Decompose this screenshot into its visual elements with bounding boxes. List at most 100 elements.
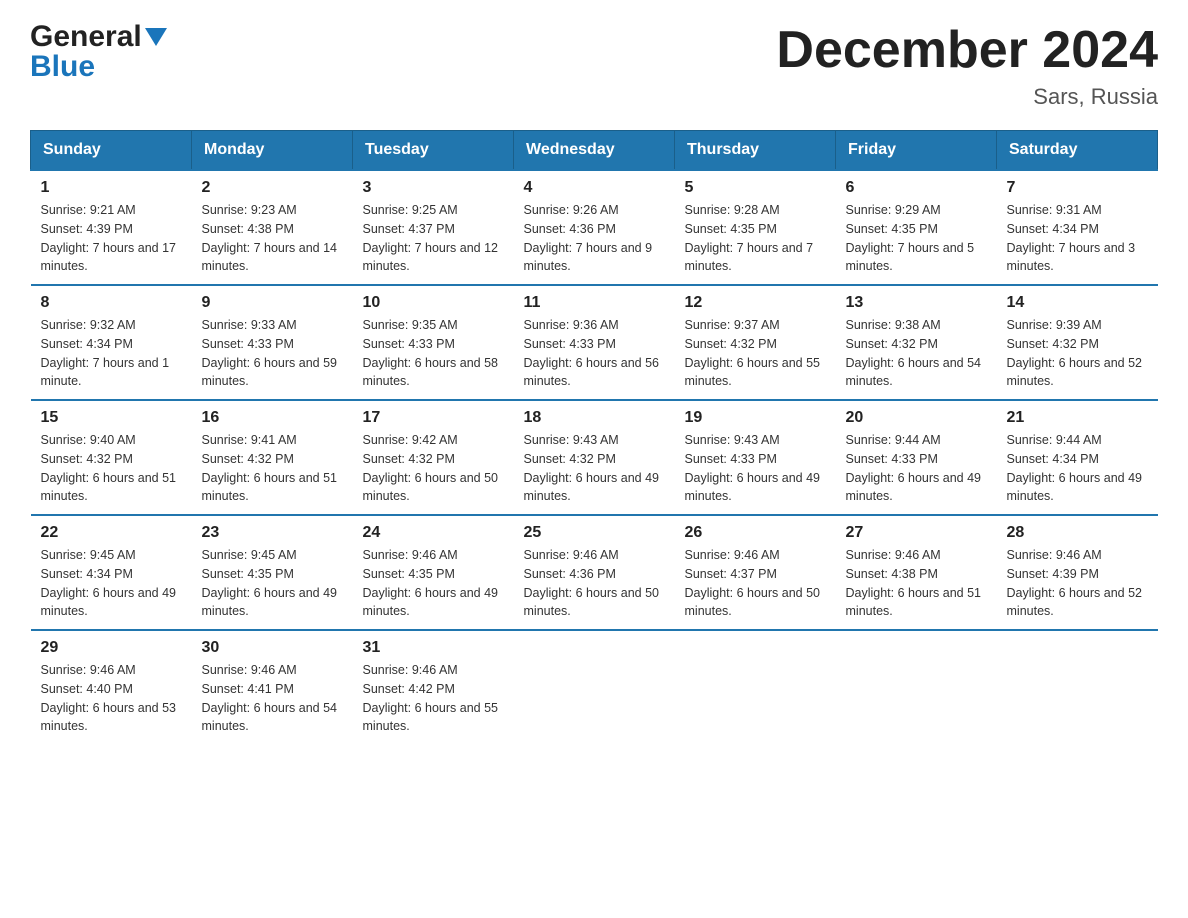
day-number: 15 (41, 409, 182, 427)
day-info: Sunrise: 9:36 AMSunset: 4:33 PMDaylight:… (524, 318, 660, 388)
empty-day-cell (997, 630, 1158, 744)
day-info: Sunrise: 9:46 AMSunset: 4:42 PMDaylight:… (363, 663, 499, 733)
weekday-header-tuesday: Tuesday (353, 131, 514, 171)
day-info: Sunrise: 9:39 AMSunset: 4:32 PMDaylight:… (1007, 318, 1143, 388)
title-block: December 2024 Sars, Russia (776, 20, 1158, 110)
day-info: Sunrise: 9:44 AMSunset: 4:33 PMDaylight:… (846, 433, 982, 503)
day-number: 1 (41, 179, 182, 197)
day-info: Sunrise: 9:46 AMSunset: 4:36 PMDaylight:… (524, 548, 660, 618)
day-number: 25 (524, 524, 665, 542)
month-title: December 2024 (776, 20, 1158, 80)
day-number: 5 (685, 179, 826, 197)
calendar-day-cell: 2 Sunrise: 9:23 AMSunset: 4:38 PMDayligh… (192, 170, 353, 285)
day-info: Sunrise: 9:42 AMSunset: 4:32 PMDaylight:… (363, 433, 499, 503)
calendar-day-cell: 16 Sunrise: 9:41 AMSunset: 4:32 PMDaylig… (192, 400, 353, 515)
calendar-day-cell: 18 Sunrise: 9:43 AMSunset: 4:32 PMDaylig… (514, 400, 675, 515)
day-number: 16 (202, 409, 343, 427)
calendar-day-cell: 1 Sunrise: 9:21 AMSunset: 4:39 PMDayligh… (31, 170, 192, 285)
calendar-week-row: 8 Sunrise: 9:32 AMSunset: 4:34 PMDayligh… (31, 285, 1158, 400)
day-number: 24 (363, 524, 504, 542)
calendar-week-row: 1 Sunrise: 9:21 AMSunset: 4:39 PMDayligh… (31, 170, 1158, 285)
day-info: Sunrise: 9:31 AMSunset: 4:34 PMDaylight:… (1007, 203, 1136, 273)
calendar-day-cell: 8 Sunrise: 9:32 AMSunset: 4:34 PMDayligh… (31, 285, 192, 400)
page-header: General Blue December 2024 Sars, Russia (30, 20, 1158, 110)
day-number: 29 (41, 639, 182, 657)
day-info: Sunrise: 9:46 AMSunset: 4:38 PMDaylight:… (846, 548, 982, 618)
calendar-day-cell: 23 Sunrise: 9:45 AMSunset: 4:35 PMDaylig… (192, 515, 353, 630)
empty-day-cell (836, 630, 997, 744)
day-info: Sunrise: 9:21 AMSunset: 4:39 PMDaylight:… (41, 203, 177, 273)
logo-general: General (30, 20, 142, 54)
weekday-header-row: SundayMondayTuesdayWednesdayThursdayFrid… (31, 131, 1158, 171)
calendar-day-cell: 20 Sunrise: 9:44 AMSunset: 4:33 PMDaylig… (836, 400, 997, 515)
day-info: Sunrise: 9:46 AMSunset: 4:40 PMDaylight:… (41, 663, 177, 733)
calendar-day-cell: 11 Sunrise: 9:36 AMSunset: 4:33 PMDaylig… (514, 285, 675, 400)
day-number: 7 (1007, 179, 1148, 197)
calendar-day-cell: 14 Sunrise: 9:39 AMSunset: 4:32 PMDaylig… (997, 285, 1158, 400)
day-number: 18 (524, 409, 665, 427)
day-number: 4 (524, 179, 665, 197)
calendar-day-cell: 26 Sunrise: 9:46 AMSunset: 4:37 PMDaylig… (675, 515, 836, 630)
calendar-day-cell: 24 Sunrise: 9:46 AMSunset: 4:35 PMDaylig… (353, 515, 514, 630)
calendar-week-row: 29 Sunrise: 9:46 AMSunset: 4:40 PMDaylig… (31, 630, 1158, 744)
calendar-day-cell: 27 Sunrise: 9:46 AMSunset: 4:38 PMDaylig… (836, 515, 997, 630)
logo: General Blue (30, 20, 167, 84)
calendar-week-row: 22 Sunrise: 9:45 AMSunset: 4:34 PMDaylig… (31, 515, 1158, 630)
day-info: Sunrise: 9:46 AMSunset: 4:39 PMDaylight:… (1007, 548, 1143, 618)
calendar-day-cell: 17 Sunrise: 9:42 AMSunset: 4:32 PMDaylig… (353, 400, 514, 515)
calendar-day-cell: 6 Sunrise: 9:29 AMSunset: 4:35 PMDayligh… (836, 170, 997, 285)
day-info: Sunrise: 9:41 AMSunset: 4:32 PMDaylight:… (202, 433, 338, 503)
day-info: Sunrise: 9:44 AMSunset: 4:34 PMDaylight:… (1007, 433, 1143, 503)
calendar-table: SundayMondayTuesdayWednesdayThursdayFrid… (30, 130, 1158, 744)
empty-day-cell (514, 630, 675, 744)
day-number: 21 (1007, 409, 1148, 427)
day-info: Sunrise: 9:26 AMSunset: 4:36 PMDaylight:… (524, 203, 653, 273)
day-info: Sunrise: 9:46 AMSunset: 4:37 PMDaylight:… (685, 548, 821, 618)
day-number: 3 (363, 179, 504, 197)
day-number: 6 (846, 179, 987, 197)
calendar-day-cell: 10 Sunrise: 9:35 AMSunset: 4:33 PMDaylig… (353, 285, 514, 400)
calendar-day-cell: 3 Sunrise: 9:25 AMSunset: 4:37 PMDayligh… (353, 170, 514, 285)
day-info: Sunrise: 9:43 AMSunset: 4:33 PMDaylight:… (685, 433, 821, 503)
day-number: 31 (363, 639, 504, 657)
day-number: 2 (202, 179, 343, 197)
calendar-day-cell: 31 Sunrise: 9:46 AMSunset: 4:42 PMDaylig… (353, 630, 514, 744)
day-info: Sunrise: 9:45 AMSunset: 4:35 PMDaylight:… (202, 548, 338, 618)
day-info: Sunrise: 9:29 AMSunset: 4:35 PMDaylight:… (846, 203, 975, 273)
day-number: 13 (846, 294, 987, 312)
day-number: 26 (685, 524, 826, 542)
empty-day-cell (675, 630, 836, 744)
weekday-header-saturday: Saturday (997, 131, 1158, 171)
calendar-day-cell: 25 Sunrise: 9:46 AMSunset: 4:36 PMDaylig… (514, 515, 675, 630)
calendar-day-cell: 15 Sunrise: 9:40 AMSunset: 4:32 PMDaylig… (31, 400, 192, 515)
day-info: Sunrise: 9:37 AMSunset: 4:32 PMDaylight:… (685, 318, 821, 388)
calendar-day-cell: 28 Sunrise: 9:46 AMSunset: 4:39 PMDaylig… (997, 515, 1158, 630)
calendar-day-cell: 21 Sunrise: 9:44 AMSunset: 4:34 PMDaylig… (997, 400, 1158, 515)
day-number: 8 (41, 294, 182, 312)
day-number: 11 (524, 294, 665, 312)
day-number: 19 (685, 409, 826, 427)
calendar-day-cell: 13 Sunrise: 9:38 AMSunset: 4:32 PMDaylig… (836, 285, 997, 400)
calendar-day-cell: 22 Sunrise: 9:45 AMSunset: 4:34 PMDaylig… (31, 515, 192, 630)
calendar-day-cell: 30 Sunrise: 9:46 AMSunset: 4:41 PMDaylig… (192, 630, 353, 744)
logo-blue: Blue (30, 50, 95, 84)
location: Sars, Russia (776, 84, 1158, 110)
calendar-day-cell: 12 Sunrise: 9:37 AMSunset: 4:32 PMDaylig… (675, 285, 836, 400)
day-info: Sunrise: 9:38 AMSunset: 4:32 PMDaylight:… (846, 318, 982, 388)
day-number: 10 (363, 294, 504, 312)
weekday-header-wednesday: Wednesday (514, 131, 675, 171)
day-number: 20 (846, 409, 987, 427)
day-number: 17 (363, 409, 504, 427)
day-number: 12 (685, 294, 826, 312)
day-info: Sunrise: 9:33 AMSunset: 4:33 PMDaylight:… (202, 318, 338, 388)
calendar-day-cell: 29 Sunrise: 9:46 AMSunset: 4:40 PMDaylig… (31, 630, 192, 744)
calendar-week-row: 15 Sunrise: 9:40 AMSunset: 4:32 PMDaylig… (31, 400, 1158, 515)
day-number: 14 (1007, 294, 1148, 312)
day-info: Sunrise: 9:32 AMSunset: 4:34 PMDaylight:… (41, 318, 170, 388)
day-info: Sunrise: 9:23 AMSunset: 4:38 PMDaylight:… (202, 203, 338, 273)
calendar-day-cell: 7 Sunrise: 9:31 AMSunset: 4:34 PMDayligh… (997, 170, 1158, 285)
day-info: Sunrise: 9:46 AMSunset: 4:41 PMDaylight:… (202, 663, 338, 733)
day-number: 22 (41, 524, 182, 542)
day-info: Sunrise: 9:35 AMSunset: 4:33 PMDaylight:… (363, 318, 499, 388)
day-info: Sunrise: 9:43 AMSunset: 4:32 PMDaylight:… (524, 433, 660, 503)
